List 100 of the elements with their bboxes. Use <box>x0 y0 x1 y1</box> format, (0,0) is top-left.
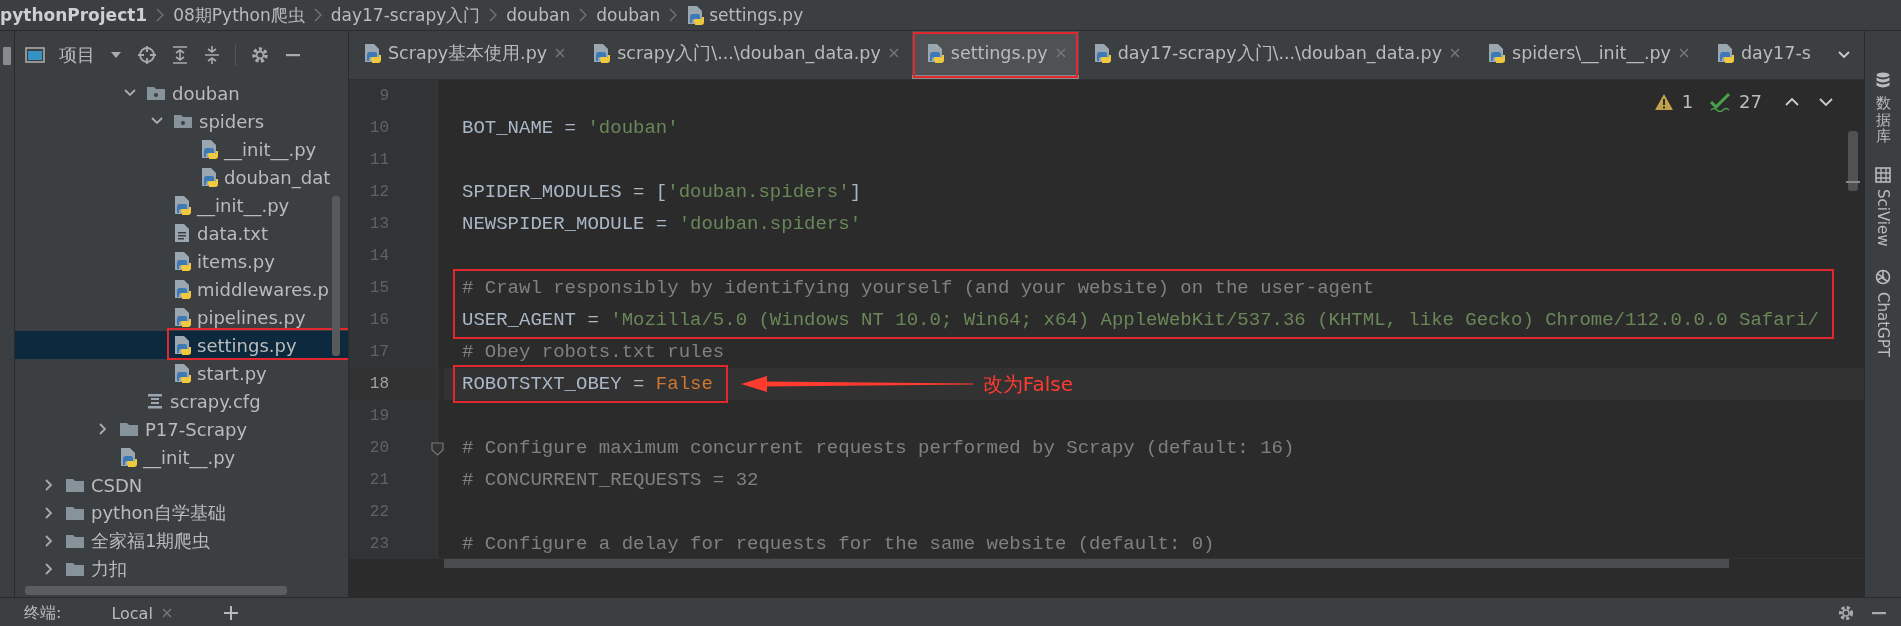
tree-item[interactable]: douban_dat <box>15 163 348 191</box>
database-icon[interactable] <box>1875 71 1891 89</box>
folder-icon <box>65 476 85 494</box>
code-line: # Obey robots.txt rules <box>462 340 725 365</box>
editor-tab[interactable]: scrapy入门\...\douban_data.py <box>578 31 912 79</box>
python-file-icon <box>173 279 191 299</box>
folder-icon <box>65 504 85 522</box>
python-file-icon <box>925 43 944 63</box>
tree-item[interactable]: __init__.py <box>15 135 348 163</box>
tool-window-label[interactable]: 数据库 <box>1875 95 1891 145</box>
crosshair-icon[interactable] <box>137 45 157 65</box>
grid-icon[interactable] <box>1875 166 1891 183</box>
breadcrumb-item[interactable]: settings.py <box>709 5 804 25</box>
code-line: # Configure maximum concurrent requests performed by Scrapy (default: 16) <box>462 436 1295 461</box>
python-file-icon <box>1715 43 1734 63</box>
fold-marker-icon[interactable] <box>431 442 444 456</box>
tree-item[interactable]: python自学基础 <box>15 499 348 527</box>
editor-tab[interactable]: Scrapy基本使用.py <box>349 31 579 79</box>
python-file-icon <box>173 363 191 383</box>
tool-window-label[interactable]: SciView <box>1874 188 1892 247</box>
editor-tab[interactable]: spiders\__init__.py <box>1473 31 1702 79</box>
text-file-icon <box>173 223 191 243</box>
python-file-icon <box>592 43 611 63</box>
typo-check-icon[interactable] <box>1709 91 1732 112</box>
folder-icon <box>65 532 85 550</box>
python-file-icon <box>1092 43 1111 63</box>
scrollbar-thumb[interactable] <box>1848 131 1858 191</box>
panel-title[interactable]: 项目 <box>59 43 95 67</box>
python-file-icon <box>173 251 191 271</box>
breadcrumb-item[interactable]: 08期Python爬虫 <box>173 3 305 27</box>
tree-item[interactable]: spiders <box>15 107 348 135</box>
python-file-icon <box>1487 43 1506 63</box>
close-icon[interactable] <box>160 607 173 619</box>
add-icon[interactable] <box>222 605 239 621</box>
code-line: BOT_NAME = 'douban' <box>462 116 679 141</box>
window-icon <box>25 46 45 64</box>
code-line: # CONCURRENT_REQUESTS = 32 <box>462 468 759 493</box>
python-file-icon <box>363 43 381 63</box>
scrollbar-thumb[interactable] <box>332 196 340 356</box>
code-line: SPIDER_MODULES = ['douban.spiders'] <box>462 180 862 205</box>
tree-item[interactable]: 全家福1期爬虫 <box>15 527 348 555</box>
separator-chevron-icon <box>312 7 323 23</box>
python-file-icon <box>173 307 191 327</box>
tree-item[interactable]: __init__.py <box>15 443 348 471</box>
tool-window-label[interactable]: ChatGPT <box>1874 292 1892 357</box>
expand-all-icon[interactable] <box>171 45 189 65</box>
tree-item[interactable]: P17-Scrapy <box>15 415 348 443</box>
tree-item[interactable]: 力扣 <box>15 555 348 583</box>
breadcrumb-item[interactable]: day17-scrapy入门 <box>330 3 481 27</box>
code-line: ROBOTSTXT_OBEY = False <box>462 372 713 397</box>
tree-item[interactable]: items.py <box>15 247 348 275</box>
project-tool-icon[interactable] <box>2 45 12 67</box>
python-file-icon <box>200 139 218 159</box>
separator-chevron-icon <box>668 7 679 23</box>
warning-count: 1 <box>1681 91 1694 112</box>
code-line: USER_AGENT = 'Mozilla/5.0 (Windows NT 10.0; Win64; x64) AppleWebKit/537.36 (KHTML, like Gecko) Chrome/112.0.0.0 Safari/ <box>462 308 1819 333</box>
warning-icon[interactable] <box>1653 92 1674 111</box>
knot-icon[interactable] <box>1874 268 1892 287</box>
python-file-icon <box>686 5 705 25</box>
tree-item[interactable]: start.py <box>15 359 348 387</box>
editor-tab[interactable]: day17-s <box>1701 31 1823 79</box>
breadcrumb-item[interactable]: douban <box>506 5 571 25</box>
close-icon[interactable] <box>887 47 900 59</box>
package-folder-icon <box>146 84 166 102</box>
breadcrumb-item[interactable]: pythonProject1 <box>0 5 148 25</box>
settings-icon[interactable] <box>250 45 270 65</box>
python-file-icon <box>173 195 191 215</box>
scrollbar-thumb[interactable] <box>25 586 287 595</box>
tree-item[interactable]: scrapy.cfg <box>15 387 348 415</box>
settings-icon[interactable] <box>1837 604 1855 622</box>
scrollbar-thumb[interactable] <box>444 559 1729 568</box>
tree-item[interactable]: CSDN <box>15 471 348 499</box>
panel-title: 终端: <box>24 602 62 624</box>
tree-item[interactable]: data.txt <box>15 219 348 247</box>
python-file-icon <box>119 447 137 467</box>
package-folder-icon <box>173 112 193 130</box>
python-file-icon <box>200 167 218 187</box>
folder-icon <box>65 560 85 578</box>
close-icon[interactable] <box>1677 47 1690 59</box>
separator-chevron-icon <box>155 7 166 23</box>
terminal-tab[interactable]: Local <box>101 603 183 623</box>
typo-count: 27 <box>1739 91 1762 112</box>
collapse-all-icon[interactable] <box>203 45 221 65</box>
code-line: NEWSPIDER_MODULE = 'douban.spiders' <box>462 212 862 237</box>
close-icon[interactable] <box>1449 47 1462 59</box>
error-stripe-mark <box>1846 181 1860 183</box>
separator-chevron-icon <box>578 7 589 23</box>
tree-item[interactable]: __init__.py <box>15 191 348 219</box>
tree-item[interactable]: douban <box>15 79 348 107</box>
editor-tab[interactable]: settings.py <box>911 31 1079 79</box>
code-line: # Crawl responsibly by identifying yourself (and your website) on the user-agent <box>462 276 1376 301</box>
editor-tab[interactable]: day17-scrapy入门\...\douban_data.py <box>1078 31 1474 79</box>
close-icon[interactable] <box>554 47 567 59</box>
separator-chevron-icon <box>488 7 499 23</box>
tree-item[interactable]: pipelines.py <box>15 303 348 331</box>
python-file-icon <box>173 335 191 355</box>
folder-icon <box>119 420 139 438</box>
code-line: # Configure a delay for requests for the same website (default: 0) <box>462 532 1215 557</box>
breadcrumb-item[interactable]: douban <box>596 5 661 25</box>
tree-item[interactable]: middlewares.p <box>15 275 348 303</box>
